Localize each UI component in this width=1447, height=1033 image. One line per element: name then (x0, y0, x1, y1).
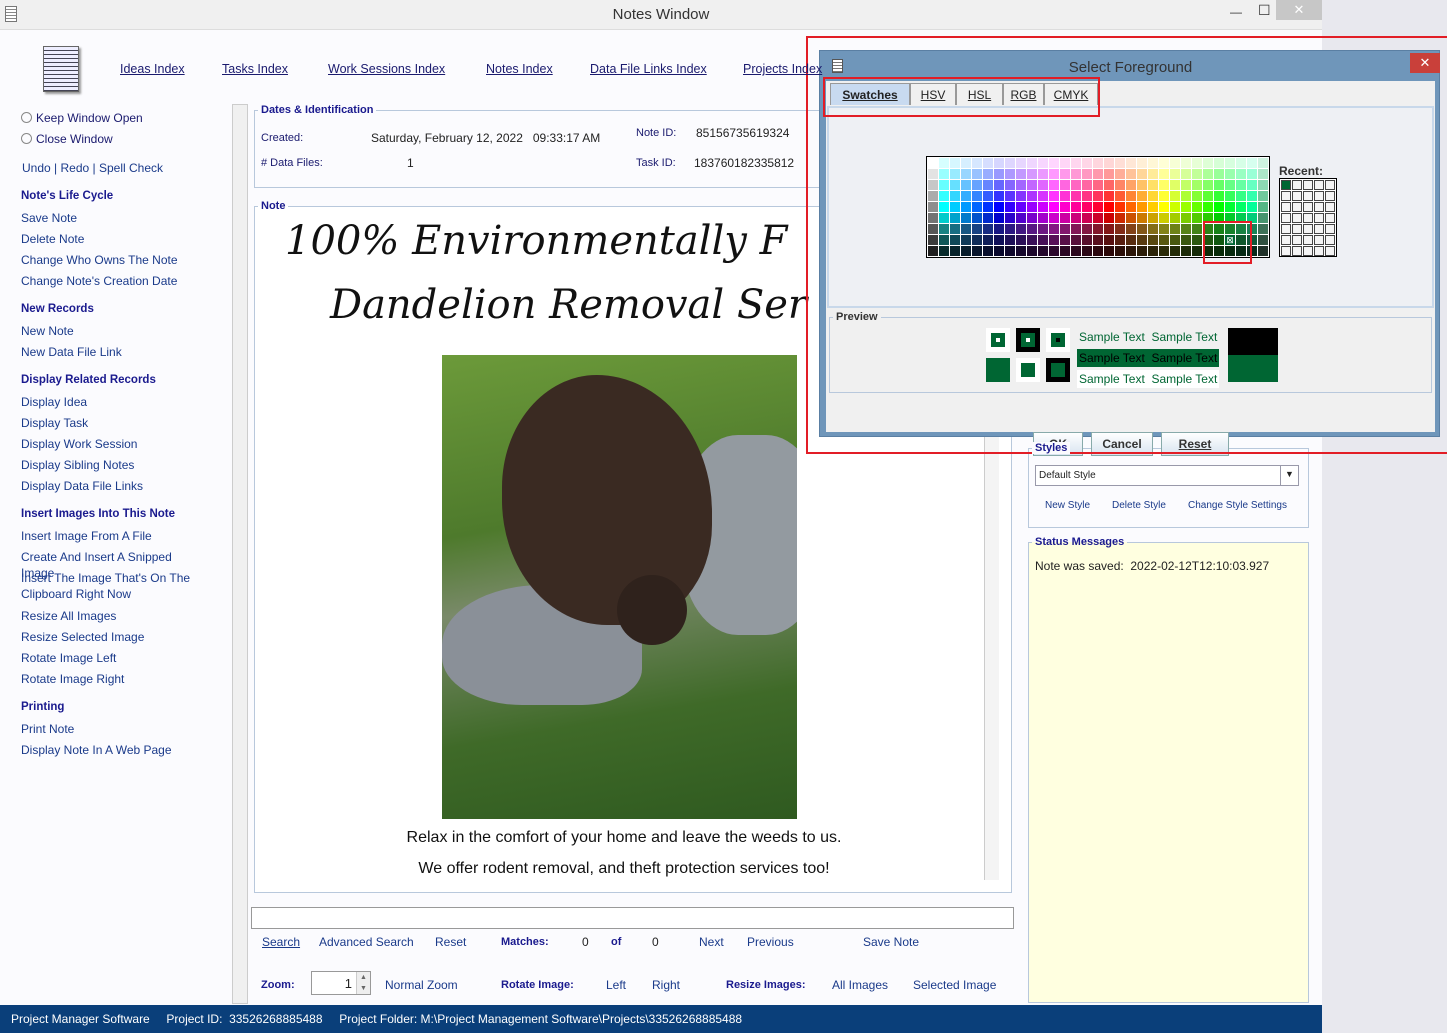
dates-identification-panel: Dates & Identification (254, 104, 824, 188)
sidebar-item[interactable]: Resize Selected Image (21, 629, 206, 645)
note-id-value: 85156735619324 (696, 126, 790, 140)
nav-link-1[interactable]: Tasks Index (222, 62, 288, 76)
spinner-arrows[interactable]: ▲ ▼ (356, 972, 370, 994)
style-selected-value: Default Style (1039, 470, 1096, 481)
keep-window-open-label: Keep Window Open (36, 111, 143, 125)
task-id-label: Task ID: (636, 157, 676, 169)
status-messages-panel: Status Messages (1028, 536, 1309, 1003)
task-id-value: 183760182335812 (694, 156, 795, 170)
next-button[interactable]: Next (699, 935, 724, 949)
document-icon (43, 46, 79, 92)
status-messages-legend: Status Messages (1035, 536, 1125, 548)
nav-link-5[interactable]: Projects Index (743, 62, 822, 76)
sidebar-heading: Display Related Records (21, 374, 156, 386)
sidebar-item[interactable]: Display Note In A Web Page (21, 742, 206, 758)
note-heading-line2: Dandelion Removal Ser (330, 282, 808, 328)
resize-all-button[interactable]: All Images (832, 978, 888, 992)
sidebar-heading: New Records (21, 303, 94, 315)
redo-button[interactable]: Redo (60, 161, 89, 175)
close-window-radio[interactable]: Close Window (21, 132, 113, 146)
matches-total: 0 (652, 935, 659, 949)
matches-label: Matches: (501, 936, 549, 948)
note-heading-line1: 100% Environmentally F (285, 218, 788, 264)
chevron-down-icon[interactable]: ▼ (1280, 466, 1298, 485)
matches-count: 0 (582, 935, 589, 949)
nav-link-3[interactable]: Notes Index (486, 62, 553, 76)
dates-legend: Dates & Identification (261, 104, 374, 116)
rotate-right-button[interactable]: Right (652, 978, 680, 992)
search-button[interactable]: Search (262, 935, 300, 949)
note-caption-2: We offer rodent removal, and theft prote… (418, 860, 830, 877)
resize-images-label: Resize Images: (726, 979, 806, 991)
keep-window-open-radio[interactable]: Keep Window Open (21, 111, 143, 125)
sidebar-item[interactable]: Save Note (21, 210, 206, 226)
change-style-settings-button[interactable]: Change Style Settings (1188, 500, 1287, 511)
of-label: of (611, 936, 622, 948)
note-legend: Note (261, 200, 286, 212)
sidebar-item[interactable]: Display Sibling Notes (21, 457, 206, 473)
status-message: Note was saved: 2022-02-12T12:10:03.927 (1035, 559, 1270, 573)
sidebar-item[interactable]: Rotate Image Right (21, 671, 206, 687)
search-input[interactable] (251, 907, 1014, 929)
sidebar-item[interactable]: New Note (21, 323, 206, 339)
sidebar-item[interactable]: Change Note's Creation Date (21, 273, 206, 289)
note-scrollbar[interactable] (984, 437, 999, 880)
new-style-button[interactable]: New Style (1045, 500, 1090, 511)
sidebar-item[interactable]: Display Idea (21, 394, 206, 410)
minimize-button[interactable]: — (1230, 5, 1242, 19)
sidebar-item[interactable]: Display Data File Links (21, 478, 206, 494)
close-button[interactable]: ✕ (1276, 0, 1322, 20)
created-label: Created: (261, 132, 304, 144)
data-files-value: 1 (407, 156, 414, 170)
highlight-tabs (823, 77, 1100, 117)
normal-zoom-button[interactable]: Normal Zoom (385, 978, 458, 992)
sidebar-item[interactable]: Delete Note (21, 231, 206, 247)
status-bar: Project Manager Software Project ID: 335… (0, 1005, 1322, 1033)
sidebar-item[interactable]: Insert The Image That's On The Clipboard… (21, 570, 206, 602)
advanced-search-button[interactable]: Advanced Search (319, 935, 414, 949)
sidebar-item[interactable]: New Data File Link (21, 344, 206, 360)
sidebar-heading: Printing (21, 701, 65, 713)
sidebar-item[interactable]: Display Work Session (21, 436, 206, 452)
sidebar-item[interactable]: Change Who Owns The Note (21, 252, 206, 268)
title-bar: Notes Window — ☐ ✕ (0, 0, 1322, 30)
maximize-button[interactable]: ☐ (1258, 2, 1271, 19)
sidebar-item[interactable]: Display Task (21, 415, 206, 431)
highlight-swatch (1203, 221, 1252, 264)
spell-check-button[interactable]: Spell Check (99, 161, 163, 175)
nav-link-0[interactable]: Ideas Index (120, 62, 185, 76)
nav-link-2[interactable]: Work Sessions Index (328, 62, 445, 76)
data-files-label: # Data Files: (261, 157, 323, 169)
sidebar-scrollbar[interactable] (232, 104, 248, 1004)
window-title: Notes Window (612, 6, 710, 23)
resize-selected-button[interactable]: Selected Image (913, 978, 996, 992)
created-value: Saturday, February 12, 2022 09:33:17 AM (371, 131, 601, 145)
delete-style-button[interactable]: Delete Style (1112, 500, 1166, 511)
note-caption-1: Relax in the comfort of your home and le… (406, 829, 842, 846)
rotate-left-button[interactable]: Left (606, 978, 626, 992)
undo-button[interactable]: Undo (22, 161, 51, 175)
bear-image[interactable] (442, 355, 797, 819)
zoom-label: Zoom: (261, 979, 295, 991)
zoom-spinner[interactable]: 1 ▲ ▼ (311, 971, 371, 995)
zoom-value: 1 (344, 976, 352, 991)
note-id-label: Note ID: (636, 127, 677, 139)
rotate-image-label: Rotate Image: (501, 979, 574, 991)
bear (502, 375, 712, 625)
bear-head (617, 575, 687, 645)
reset-search-button[interactable]: Reset (435, 935, 466, 949)
styles-legend: Styles (1032, 442, 1071, 454)
style-select[interactable]: Default Style ▼ (1035, 465, 1299, 486)
sidebar-item[interactable]: Resize All Images (21, 608, 206, 624)
sidebar-item[interactable]: Print Note (21, 721, 206, 737)
sidebar-item[interactable]: Insert Image From A File (21, 528, 206, 544)
sidebar-heading: Insert Images Into This Note (21, 508, 175, 520)
sidebar-heading: Note's Life Cycle (21, 190, 114, 202)
sidebar-item[interactable]: Rotate Image Left (21, 650, 206, 666)
save-note-button[interactable]: Save Note (863, 935, 919, 949)
previous-button[interactable]: Previous (747, 935, 794, 949)
nav-link-4[interactable]: Data File Links Index (590, 62, 707, 76)
close-window-label: Close Window (36, 132, 113, 146)
